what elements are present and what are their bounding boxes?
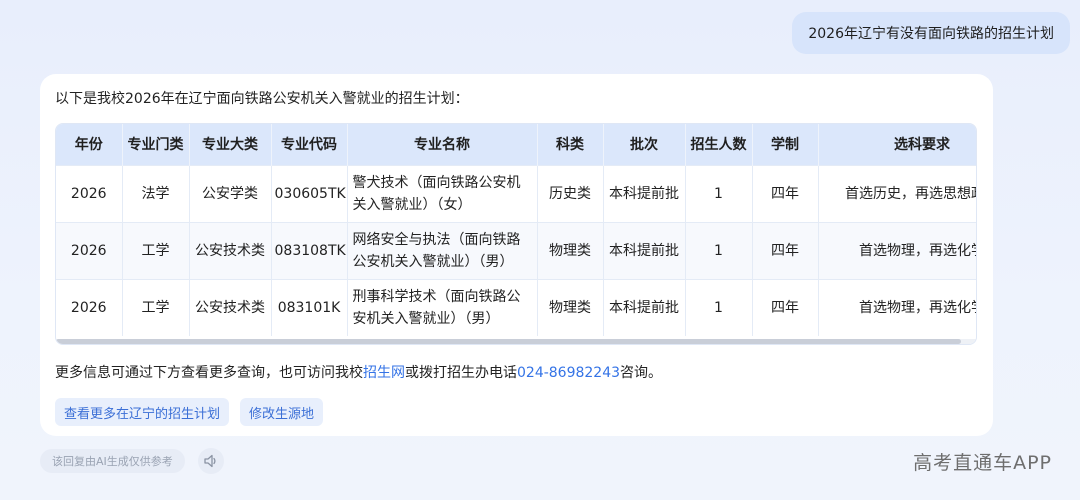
table-row: 2026 工学 公安技术类 083101K 刑事科学技术（面向铁路公 安机关入警… (56, 278, 976, 336)
change-origin-button[interactable]: 修改生源地 (240, 398, 324, 426)
more-info-suffix: 咨询。 (620, 365, 663, 381)
cell-subject-type: 物理类 (537, 278, 604, 336)
app-watermark: 高考直通车APP (913, 452, 1052, 474)
cell-batch: 本科提前批 (603, 221, 686, 279)
table-header-row: 年份 专业门类 专业大类 专业代码 专业名称 科类 批次 招生人数 学制 选科要… (56, 124, 976, 165)
cell-batch: 本科提前批 (603, 278, 686, 336)
more-info-prefix: 更多信息可通过下方查看更多查询，也可访问我校 (55, 365, 363, 381)
cell-code: 030605TK (271, 164, 348, 222)
read-aloud-button[interactable] (198, 448, 224, 474)
admissions-site-link[interactable]: 招生网 (363, 365, 405, 381)
cell-major-class: 公安技术类 (189, 278, 272, 336)
cell-category: 工学 (122, 278, 190, 336)
disclaimer-text: 该回复由AI生成仅供参考 (52, 455, 173, 468)
column-header: 专业名称 (347, 124, 538, 165)
cell-major-name: 警犬技术（面向铁路公安机 关入警就业）（女） (347, 164, 538, 222)
cell-batch: 本科提前批 (603, 164, 686, 222)
column-header: 招生人数 (685, 124, 753, 165)
major-name-line: 警犬技术（面向铁路公安机 (352, 174, 521, 191)
column-header: 选科要求 (818, 124, 976, 165)
admission-plan-table: 年份 专业门类 专业大类 专业代码 专业名称 科类 批次 招生人数 学制 选科要… (56, 124, 976, 336)
major-name-line: 安机关入警就业）（男） (352, 310, 500, 327)
cell-count: 1 (685, 221, 753, 279)
column-header: 专业大类 (189, 124, 272, 165)
cell-major-name: 刑事科学技术（面向铁路公 安机关入警就业）（男） (347, 278, 538, 336)
cell-year: 2026 (56, 164, 123, 222)
answer-card: 以下是我校2026年在辽宁面向铁路公安机关入警就业的招生计划： 年份 专业门类 … (40, 74, 993, 436)
answer-intro: 以下是我校2026年在辽宁面向铁路公安机关入警就业的招生计划： (55, 91, 469, 107)
cell-count: 1 (685, 164, 753, 222)
cell-major-class: 公安学类 (189, 164, 272, 222)
cell-duration: 四年 (752, 278, 819, 336)
chat-page: 2026年辽宁有没有面向铁路的招生计划 以下是我校2026年在辽宁面向铁路公安机… (0, 0, 1080, 500)
cell-code: 083101K (271, 278, 348, 336)
cell-requirement: 首选物理，再选化学 (818, 221, 976, 279)
view-more-plans-button[interactable]: 查看更多在辽宁的招生计划 (55, 398, 230, 426)
cell-count: 1 (685, 278, 753, 336)
cell-requirement: 首选物理，再选化学 (818, 278, 976, 336)
cell-duration: 四年 (752, 221, 819, 279)
chip-label: 修改生源地 (249, 406, 315, 422)
cell-major-class: 公安技术类 (189, 221, 272, 279)
table-row: 2026 法学 公安学类 030605TK 警犬技术（面向铁路公安机 关入警就业… (56, 164, 976, 222)
more-info-text: 更多信息可通过下方查看更多查询，也可访问我校招生网或拨打招生办电话024-869… (55, 362, 662, 382)
user-message-bubble: 2026年辽宁有没有面向铁路的招生计划 (792, 12, 1070, 54)
column-header: 学制 (752, 124, 819, 165)
cell-requirement: 首选历史，再选思想政治 (818, 164, 976, 222)
major-name-line: 关入警就业）（女） (352, 196, 472, 213)
cell-code: 083108TK (271, 221, 348, 279)
cell-duration: 四年 (752, 164, 819, 222)
cell-category: 工学 (122, 221, 190, 279)
more-info-middle: 或拨打招生办电话 (405, 365, 517, 381)
user-message-text: 2026年辽宁有没有面向铁路的招生计划 (808, 26, 1054, 42)
cell-subject-type: 历史类 (537, 164, 604, 222)
table-row: 2026 工学 公安技术类 083108TK 网络安全与执法（面向铁路 公安机关… (56, 221, 976, 279)
cell-subject-type: 物理类 (537, 221, 604, 279)
column-header: 批次 (603, 124, 686, 165)
chip-label: 查看更多在辽宁的招生计划 (64, 406, 221, 422)
scrollbar-thumb[interactable] (56, 339, 961, 344)
ai-disclaimer: 该回复由AI生成仅供参考 (40, 449, 185, 473)
phone-link[interactable]: 024-86982243 (517, 365, 620, 381)
cell-category: 法学 (122, 164, 190, 222)
cell-year: 2026 (56, 221, 123, 279)
column-header: 年份 (56, 124, 123, 165)
cell-major-name: 网络安全与执法（面向铁路 公安机关入警就业）（男） (347, 221, 538, 279)
column-header: 专业代码 (271, 124, 348, 165)
major-name-line: 网络安全与执法（面向铁路 (352, 231, 521, 248)
admission-plan-table-container[interactable]: 年份 专业门类 专业大类 专业代码 专业名称 科类 批次 招生人数 学制 选科要… (55, 123, 977, 345)
speaker-icon (204, 454, 216, 468)
major-name-line: 公安机关入警就业）（男） (352, 253, 514, 270)
major-name-line: 刑事科学技术（面向铁路公 (352, 288, 521, 305)
column-header: 专业门类 (122, 124, 190, 165)
cell-year: 2026 (56, 278, 123, 336)
column-header: 科类 (537, 124, 604, 165)
horizontal-scrollbar[interactable] (56, 339, 976, 344)
